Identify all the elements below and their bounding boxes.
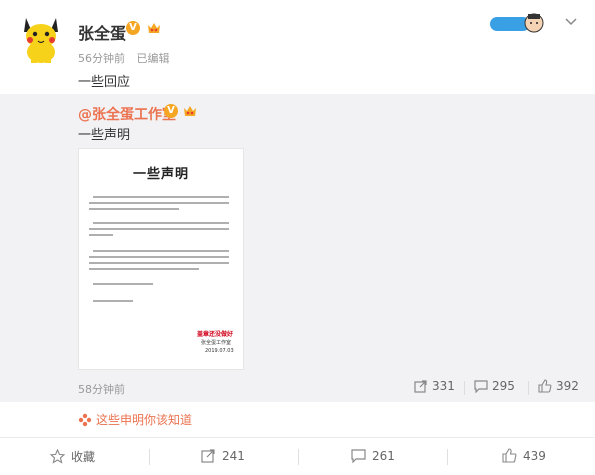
thumbs-up-icon [502, 448, 517, 463]
post-meta: 56分钟前 已编辑 [78, 50, 178, 66]
vip-icon [146, 20, 162, 36]
divider [464, 381, 465, 395]
divider [149, 449, 150, 465]
repost-repost-button[interactable]: 331 [414, 379, 455, 393]
post-text: 一些回应 [78, 75, 131, 90]
statement-title: 一些声明 [132, 167, 189, 182]
divider [528, 381, 529, 395]
statement-image[interactable]: 一些声明 盖章还没做好 张全蛋工作室 2019.07.03 [78, 148, 244, 370]
text-line [89, 234, 113, 236]
repost-button[interactable]: 241 [201, 448, 245, 463]
favorite-label: 收藏 [71, 450, 96, 464]
stamp-note: 盖章还没做好 [197, 331, 234, 338]
text-line [93, 250, 229, 252]
text-line [89, 262, 229, 264]
share-icon [414, 379, 428, 393]
comment-icon [351, 448, 366, 463]
share-icon [201, 448, 216, 463]
divider [447, 449, 448, 465]
thumbs-up-icon [538, 379, 552, 393]
repost-vip-icon [182, 103, 198, 119]
repost-like-button[interactable]: 392 [538, 379, 579, 393]
divider [0, 437, 595, 438]
text-line [93, 196, 229, 198]
card-decoration-icon [488, 11, 544, 35]
text-line [93, 222, 229, 224]
favorite-button[interactable]: 收藏 [50, 448, 95, 465]
topic-link-text: 这些申明你该知道 [96, 413, 193, 427]
text-line [93, 283, 153, 285]
repost-like-count: 392 [556, 379, 579, 393]
repost-text: 一些声明 [78, 128, 131, 143]
text-line [89, 202, 229, 204]
verified-badge-icon: V [126, 21, 140, 35]
chevron-down-icon[interactable] [563, 13, 579, 29]
repost-comment-button[interactable]: 295 [474, 379, 515, 393]
repost-comment-count: 295 [492, 379, 515, 393]
comment-count: 261 [372, 448, 395, 463]
repost-verified-badge-icon: V [164, 104, 178, 118]
like-count: 439 [523, 448, 546, 463]
repost-repost-count: 331 [432, 379, 455, 393]
flower-icon [78, 413, 92, 427]
repost-count: 241 [222, 448, 245, 463]
repost-time[interactable]: 58分钟前 [78, 381, 125, 397]
text-line [89, 256, 229, 258]
edited-label: 已编辑 [136, 52, 170, 65]
divider [298, 449, 299, 465]
text-line [89, 268, 199, 270]
comment-button[interactable]: 261 [351, 448, 395, 463]
avatar[interactable] [20, 14, 62, 64]
text-line [89, 208, 179, 210]
topic-link[interactable]: 这些申明你该知道 [78, 411, 192, 428]
text-line [89, 228, 229, 230]
statement-signature: 张全蛋工作室 [201, 340, 232, 346]
post-time[interactable]: 56分钟前 [78, 52, 125, 65]
like-button[interactable]: 439 [502, 448, 546, 463]
repost-author[interactable]: @张全蛋工作室 [78, 104, 176, 124]
text-line [93, 300, 133, 302]
star-icon [50, 449, 65, 464]
author-name[interactable]: 张全蛋 [78, 20, 126, 44]
comment-icon [474, 379, 488, 393]
statement-date: 2019.07.03 [205, 348, 234, 354]
